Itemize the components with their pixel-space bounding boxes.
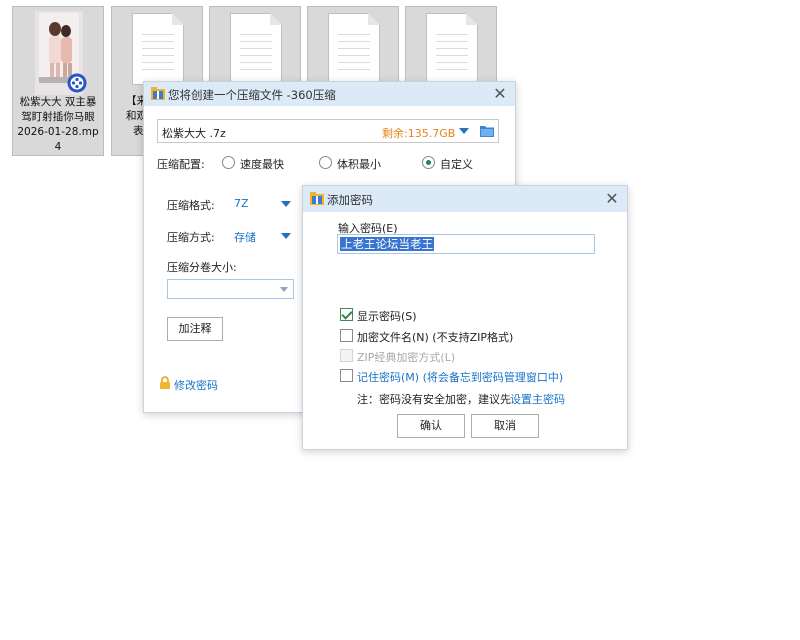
free-space-label: 剩余:135.7GB [382, 127, 456, 140]
document-icon [426, 13, 478, 85]
change-password-link[interactable]: 修改密码 [174, 377, 218, 393]
option-smallest-label[interactable]: 体积最小 [337, 156, 381, 172]
method-chevron-down-icon[interactable] [281, 233, 291, 239]
option-custom-label[interactable]: 自定义 [440, 156, 473, 172]
cancel-button[interactable]: 取消 [471, 414, 539, 438]
option-custom-radio[interactable] [422, 156, 435, 169]
archive-app-icon [151, 87, 165, 100]
show-password-checkbox[interactable] [340, 308, 353, 321]
format-label: 压缩格式: [167, 199, 215, 212]
option-fastest-radio[interactable] [222, 156, 235, 169]
close-icon[interactable]: ✕ [605, 191, 619, 207]
set-master-password-link[interactable]: 设置主密码 [510, 391, 565, 407]
video-player-icon [67, 73, 87, 93]
lock-icon [160, 376, 170, 389]
format-chevron-down-icon[interactable] [281, 201, 291, 207]
show-password-label[interactable]: 显示密码(S) [357, 308, 417, 324]
compress-dialog-titlebar[interactable]: 您将创建一个压缩文件 -360压缩 ✕ [144, 82, 515, 106]
folder-icon[interactable] [480, 125, 494, 137]
volume-size-select[interactable] [167, 279, 294, 299]
file-name-partial: 表 [133, 125, 144, 137]
method-value[interactable]: 存储 [234, 229, 256, 245]
password-value: 上老王论坛当老王 [340, 237, 434, 251]
file-name: 松紫大大 双主暴 驾盯射插你马眼 2026-01-28.mp 4 [17, 96, 99, 153]
option-smallest-radio[interactable] [319, 156, 332, 169]
config-label: 压缩配置: [157, 158, 205, 171]
close-icon[interactable]: ✕ [493, 86, 507, 102]
chevron-down-icon [280, 287, 288, 292]
archive-app-icon [310, 192, 324, 205]
option-fastest-label[interactable]: 速度最快 [240, 156, 284, 172]
volume-label: 压缩分卷大小: [167, 261, 237, 274]
filename-value: 松紫大大 .7z [162, 127, 226, 140]
add-comment-button[interactable]: 加注释 [167, 317, 223, 341]
zip-classic-label: ZIP经典加密方式(L) [357, 351, 456, 364]
filename-field[interactable]: 松紫大大 .7z 剩余:135.7GB [157, 119, 499, 143]
encrypt-filenames-label[interactable]: 加密文件名(N) (不支持ZIP格式) [357, 329, 513, 345]
chevron-down-icon[interactable] [459, 128, 469, 134]
document-icon [132, 13, 184, 85]
confirm-button[interactable]: 确认 [397, 414, 465, 438]
security-note: 注：密码没有安全加密，建议先 [357, 393, 511, 406]
password-input[interactable]: 上老王论坛当老王 [337, 234, 595, 254]
file-tile-video[interactable]: 松紫大大 双主暴 驾盯射插你马眼 2026-01-28.mp 4 [12, 6, 104, 156]
add-password-dialog: 添加密码 ✕ 输入密码(E) 上老王论坛当老王 显示密码(S) 加密文件名(N)… [302, 185, 628, 450]
method-label: 压缩方式: [167, 231, 215, 244]
dialog-title: 添加密码 [327, 193, 373, 207]
password-dialog-titlebar[interactable]: 添加密码 ✕ [303, 186, 627, 212]
document-icon [328, 13, 380, 85]
remember-password-label[interactable]: 记住密码(M) (将会备忘到密码管理窗口中) [357, 369, 563, 385]
dialog-title: 您将创建一个压缩文件 -360压缩 [168, 88, 336, 102]
remember-password-checkbox[interactable] [340, 369, 353, 382]
format-value[interactable]: 7Z [234, 197, 249, 210]
zip-classic-checkbox [340, 349, 353, 362]
encrypt-filenames-checkbox[interactable] [340, 329, 353, 342]
document-icon [230, 13, 282, 85]
